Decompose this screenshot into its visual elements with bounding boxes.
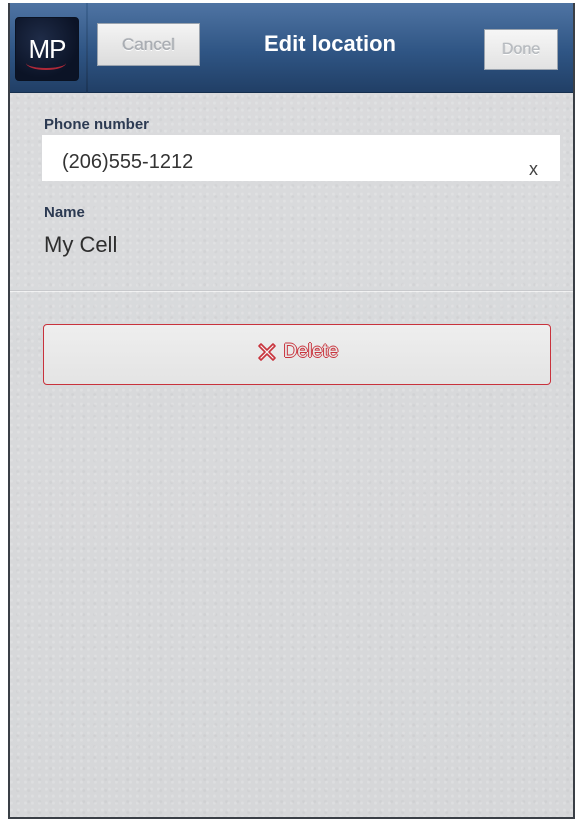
section-divider — [10, 290, 573, 291]
delete-button[interactable]: Delete — [43, 324, 551, 385]
phone-number-value[interactable]: (206)555-1212 — [62, 151, 193, 174]
phone-number-label: Phone number — [44, 116, 150, 133]
app-logo: MP — [15, 17, 79, 81]
name-label: Name — [44, 204, 85, 221]
page-title: Edit location — [264, 31, 396, 56]
header-bar: MP Cancel Edit location Done — [10, 3, 573, 93]
done-button[interactable]: Done — [484, 29, 558, 70]
clear-field-button[interactable]: x — [529, 159, 538, 180]
header-divider — [86, 3, 88, 93]
x-circle-icon — [256, 341, 278, 363]
cancel-button[interactable]: Cancel — [97, 23, 200, 66]
phone-number-field[interactable]: (206)555-1212 x — [42, 135, 560, 181]
logo-swoosh — [26, 56, 66, 70]
delete-label: Delete — [283, 340, 339, 362]
app-screen: MP Cancel Edit location Done Phone numbe… — [8, 3, 575, 819]
name-value[interactable]: My Cell — [44, 232, 117, 258]
